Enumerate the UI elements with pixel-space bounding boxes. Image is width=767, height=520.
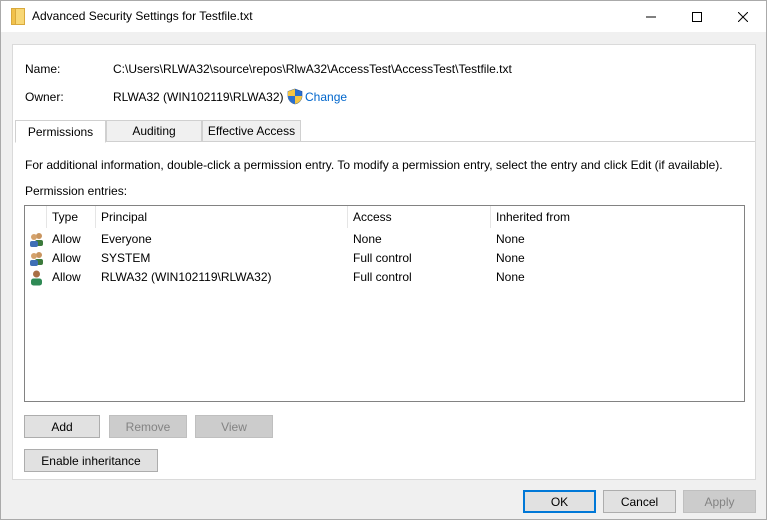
view-button[interactable]: View bbox=[195, 415, 273, 438]
ok-button[interactable]: OK bbox=[523, 490, 596, 513]
name-label: Name: bbox=[25, 62, 61, 76]
row-type: Allow bbox=[52, 251, 81, 265]
row-principal: Everyone bbox=[101, 232, 152, 246]
column-header-type[interactable]: Type bbox=[47, 206, 96, 228]
table-row[interactable]: Allow RLWA32 (WIN102119\RLWA32) Full con… bbox=[25, 268, 744, 287]
maximize-button[interactable] bbox=[674, 1, 720, 32]
row-inherited-from: None bbox=[496, 251, 525, 265]
row-inherited-from: None bbox=[496, 270, 525, 284]
minimize-icon bbox=[646, 16, 656, 17]
name-value: C:\Users\RLWA32\source\repos\RlwA32\Acce… bbox=[113, 62, 512, 76]
cancel-button[interactable]: Cancel bbox=[603, 490, 676, 513]
minimize-button[interactable] bbox=[628, 1, 674, 32]
title-bar[interactable]: Advanced Security Settings for Testfile.… bbox=[1, 1, 766, 32]
row-inherited-from: None bbox=[496, 232, 525, 246]
uac-shield-icon bbox=[287, 88, 303, 105]
row-principal: SYSTEM bbox=[101, 251, 151, 265]
tab-effective-access[interactable]: Effective Access bbox=[202, 120, 301, 142]
tab-auditing[interactable]: Auditing bbox=[106, 120, 202, 142]
remove-button[interactable]: Remove bbox=[109, 415, 187, 438]
enable-inheritance-button[interactable]: Enable inheritance bbox=[24, 449, 158, 472]
maximize-icon bbox=[692, 11, 702, 22]
close-button[interactable] bbox=[720, 1, 766, 32]
advanced-security-window: Advanced Security Settings for Testfile.… bbox=[0, 0, 767, 520]
row-type: Allow bbox=[52, 232, 81, 246]
settings-panel: Name: C:\Users\RLWA32\source\repos\RlwA3… bbox=[12, 44, 756, 480]
apply-button[interactable]: Apply bbox=[683, 490, 756, 513]
row-access: None bbox=[353, 232, 382, 246]
close-icon bbox=[738, 11, 748, 22]
row-access: Full control bbox=[353, 251, 412, 265]
owner-label: Owner: bbox=[25, 90, 64, 104]
column-header-inherited-from[interactable]: Inherited from bbox=[491, 206, 744, 228]
change-owner-link[interactable]: Change bbox=[305, 90, 347, 104]
permission-entries-label: Permission entries: bbox=[25, 184, 128, 198]
tab-permissions[interactable]: Permissions bbox=[15, 120, 106, 143]
column-header-principal[interactable]: Principal bbox=[96, 206, 348, 228]
permission-entries-list[interactable]: Type Principal Access Inherited from All… bbox=[24, 205, 745, 402]
column-header-access[interactable]: Access bbox=[348, 206, 491, 228]
table-row[interactable]: Allow Everyone None None bbox=[25, 230, 744, 249]
column-header-icon bbox=[25, 206, 47, 228]
row-type: Allow bbox=[52, 270, 81, 284]
group-users-icon bbox=[30, 233, 43, 247]
owner-value: RLWA32 (WIN102119\RLWA32) bbox=[113, 90, 284, 104]
window-title: Advanced Security Settings for Testfile.… bbox=[32, 9, 253, 23]
add-button[interactable]: Add bbox=[24, 415, 100, 438]
user-icon bbox=[31, 270, 42, 286]
instructions-text: For additional information, double-click… bbox=[25, 158, 723, 172]
row-principal: RLWA32 (WIN102119\RLWA32) bbox=[101, 270, 272, 284]
row-access: Full control bbox=[353, 270, 412, 284]
group-users-icon bbox=[30, 252, 43, 266]
folder-icon bbox=[11, 8, 25, 25]
table-row[interactable]: Allow SYSTEM Full control None bbox=[25, 249, 744, 268]
